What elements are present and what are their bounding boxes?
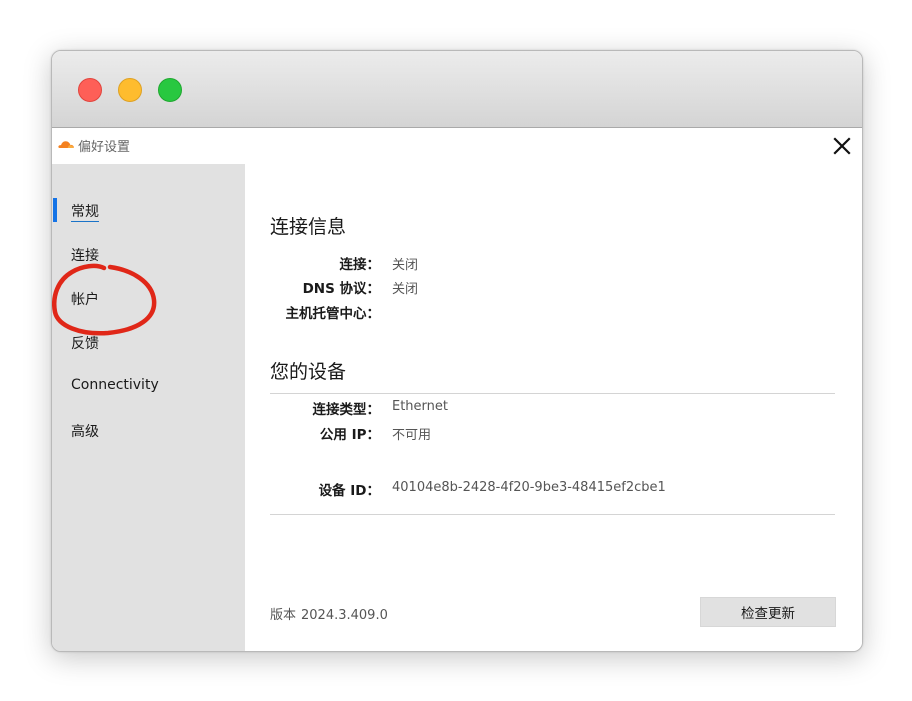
cloudflare-logo-icon xyxy=(58,141,74,148)
active-indicator xyxy=(53,198,57,222)
sidebar-item-connection[interactable]: 连接 xyxy=(71,245,99,265)
device-id-label: 设备 ID： xyxy=(318,483,380,499)
close-icon[interactable] xyxy=(830,134,854,158)
connection-info-title: 连接信息 xyxy=(270,216,347,238)
dns-protocol-label: DNS 协议： xyxy=(302,281,380,297)
sidebar-item-connectivity[interactable]: Connectivity xyxy=(71,377,159,393)
public-ip-value: 不可用 xyxy=(392,428,432,443)
sidebar-item-label: 常规 xyxy=(71,204,99,222)
sidebar-item-label: Connectivity xyxy=(71,377,159,393)
sidebar-item-label: 反馈 xyxy=(71,336,99,352)
sidebar: 常规 连接 帐户 反馈 Connectivity 高级 xyxy=(52,164,245,651)
app-titlebar: 偏好设置 xyxy=(52,128,862,164)
connection-type-label: 连接类型： xyxy=(312,402,381,418)
colo-label: 主机托管中心： xyxy=(285,306,381,322)
sidebar-item-account[interactable]: 帐户 xyxy=(71,289,99,309)
version-text: 版本 2024.3.409.0 xyxy=(270,604,388,623)
device-id-value: 40104e8b-2428-4f20-9be3-48415ef2cbe1 xyxy=(392,480,666,495)
red-circle-annotation xyxy=(52,263,157,336)
connection-label: 连接： xyxy=(339,257,381,273)
sidebar-item-general[interactable]: 常规 xyxy=(71,201,99,222)
sidebar-item-label: 连接 xyxy=(71,248,99,264)
main-content: 连接信息 连接： 关闭 DNS 协议： 关闭 主机托管中心： 您的设备 连接类型… xyxy=(245,164,862,651)
window-close-button[interactable] xyxy=(78,78,102,102)
version-value: 2024.3.409.0 xyxy=(301,608,388,623)
sidebar-item-label: 高级 xyxy=(71,424,99,440)
sidebar-item-feedback[interactable]: 反馈 xyxy=(71,333,99,353)
sidebar-item-advanced[interactable]: 高级 xyxy=(71,421,99,441)
check-update-button[interactable]: 检查更新 xyxy=(700,597,836,627)
divider xyxy=(270,393,835,394)
connection-value: 关闭 xyxy=(392,258,419,273)
divider xyxy=(270,514,835,515)
sidebar-item-label: 帐户 xyxy=(71,292,99,308)
version-label: 版本 xyxy=(270,608,297,623)
public-ip-label: 公用 IP： xyxy=(319,427,380,443)
window-title: 偏好设置 xyxy=(78,140,131,155)
connection-type-value: Ethernet xyxy=(392,399,448,414)
dns-protocol-value: 关闭 xyxy=(392,282,419,297)
preferences-window: 偏好设置 常规 连接 帐户 反馈 Connectivity 高级 连接信息 连接… xyxy=(51,50,863,652)
mac-titlebar xyxy=(52,51,862,128)
window-maximize-button[interactable] xyxy=(158,78,182,102)
window-minimize-button[interactable] xyxy=(118,78,142,102)
device-title: 您的设备 xyxy=(270,361,347,383)
